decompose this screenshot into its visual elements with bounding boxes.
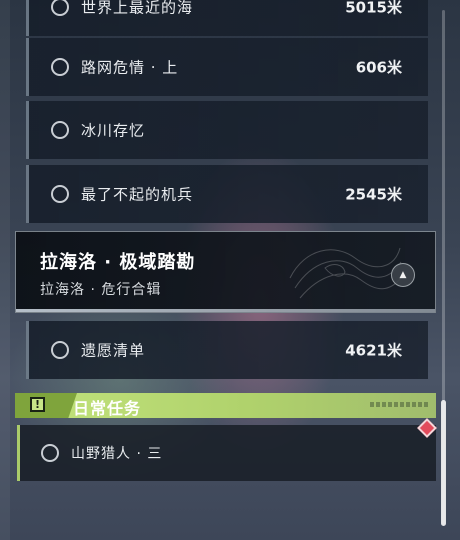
chevron-up-icon[interactable]: ▲: [391, 263, 415, 287]
quest-distance: 2545米: [345, 185, 402, 204]
quest-status-circle-icon: [51, 341, 69, 359]
quest-list: 世界上最近的海 5015米 路网危情 · 上 606米 冰川存忆 最了不起的机兵…: [0, 0, 460, 540]
daily-tasks-header[interactable]: ! 日常任务: [15, 393, 436, 418]
quest-item[interactable]: 遗愿清单 4621米: [26, 321, 428, 379]
chapter-title: 拉海洛 · 极域踏勘: [40, 252, 196, 273]
quest-distance: 606米: [355, 58, 402, 77]
quest-item[interactable]: 路网危情 · 上 606米: [26, 38, 428, 96]
quest-item[interactable]: 冰川存忆: [26, 101, 428, 159]
quest-title: 最了不起的机兵: [81, 185, 194, 204]
scrollbar-thumb[interactable]: [441, 400, 446, 526]
topographic-pattern: [289, 247, 402, 299]
quest-title: 世界上最近的海: [81, 0, 194, 17]
chapter-header[interactable]: 拉海洛 · 极域踏勘 拉海洛 · 危行合辑 ▲: [15, 231, 436, 313]
quest-distance: 5015米: [345, 0, 402, 17]
quest-status-circle-icon: [51, 121, 69, 139]
chapter-subtitle: 拉海洛 · 危行合辑: [40, 282, 162, 298]
quest-title: 遗愿清单: [81, 341, 146, 360]
chapter-underline: [16, 309, 435, 312]
exclamation-icon: !: [30, 397, 45, 412]
daily-tasks-label: 日常任务: [73, 399, 142, 418]
quest-title: 冰川存忆: [81, 121, 146, 140]
daily-flag: [15, 393, 77, 418]
quest-item[interactable]: 最了不起的机兵 2545米: [26, 165, 428, 223]
daily-quest-item[interactable]: 山野猎人 · 三: [17, 425, 436, 481]
quest-title: 山野猎人 · 三: [71, 446, 163, 462]
quest-distance: 4621米: [345, 341, 402, 360]
decorative-tag: [370, 402, 428, 407]
quest-title: 路网危情 · 上: [81, 58, 179, 77]
quest-status-circle-icon: [51, 185, 69, 203]
quest-status-circle-icon: [41, 444, 59, 462]
quest-item[interactable]: 世界上最近的海 5015米: [26, 0, 428, 36]
quest-status-circle-icon: [51, 58, 69, 76]
quest-status-circle-icon: [51, 0, 69, 16]
